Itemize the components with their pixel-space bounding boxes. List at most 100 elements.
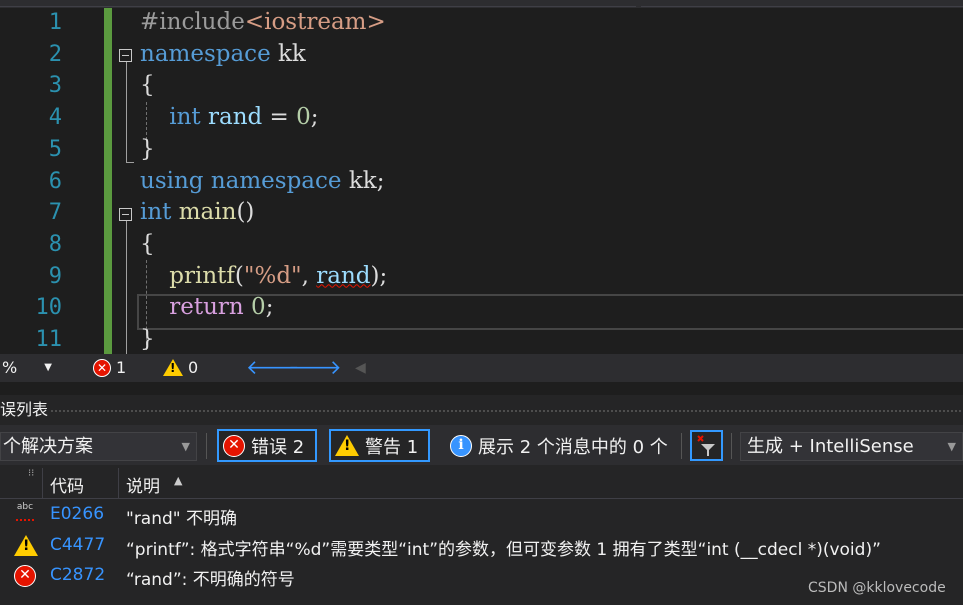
toolbar-separator bbox=[206, 433, 207, 459]
error-icon: ✕ bbox=[14, 565, 36, 587]
line-number: 3 bbox=[48, 73, 62, 99]
build-source-value: 生成 + IntelliSense bbox=[747, 436, 914, 457]
fold-guide bbox=[126, 62, 127, 162]
zoom-dropdown[interactable]: % ▼ bbox=[2, 358, 52, 377]
code-editor[interactable]: 1 2 3 4 5 6 7 8 9 10 11 #include<iostream> namespace… bbox=[0, 8, 963, 354]
code-token: ; bbox=[310, 104, 319, 131]
error-icon: ✕ bbox=[223, 434, 245, 457]
code-token: = bbox=[262, 104, 297, 131]
fold-guide bbox=[126, 221, 127, 354]
code-line[interactable]: int main() bbox=[140, 199, 254, 225]
code-line[interactable]: printf("%d", rand); bbox=[140, 263, 387, 289]
warning-count-indicator[interactable]: ! 0 bbox=[163, 358, 198, 377]
line-number: 5 bbox=[48, 136, 62, 162]
error-count: 1 bbox=[116, 358, 127, 377]
code-token: ( bbox=[234, 262, 244, 289]
warning-icon: ! bbox=[335, 435, 359, 456]
code-line[interactable]: } bbox=[140, 136, 155, 162]
arrow-right-icon: 🡒 bbox=[288, 355, 342, 379]
drag-grip bbox=[50, 409, 963, 414]
code-token: ; bbox=[265, 294, 274, 321]
filter-clear-icon bbox=[697, 435, 715, 456]
line-number: 10 bbox=[35, 295, 63, 321]
code-token: "%d" bbox=[243, 262, 302, 289]
error-description: “rand”: 不明确的符号 bbox=[126, 570, 295, 590]
clear-filter-button[interactable] bbox=[690, 430, 723, 461]
code-line[interactable]: { bbox=[140, 72, 155, 98]
scope-value: 个解决方案 bbox=[3, 436, 93, 457]
code-token: return bbox=[169, 294, 244, 321]
collapse-main-icon[interactable] bbox=[119, 208, 132, 221]
messages-filter-button[interactable]: i 展示 2 个消息中的 0 个 bbox=[444, 429, 678, 462]
errors-filter-label: 错误 2 bbox=[251, 436, 305, 458]
chevron-down-icon: ▼ bbox=[947, 440, 956, 453]
error-list-panel: 误列表 个解决方案 ▼ ✕ 错误 2 ! 警告 1 i 展示 2 个消息中的 0… bbox=[0, 395, 963, 605]
navigate-forward-button[interactable]: 🡒 bbox=[288, 355, 342, 379]
code-line[interactable]: #include<iostream> bbox=[140, 9, 386, 35]
toolbar-separator bbox=[681, 433, 682, 459]
code-token: main bbox=[178, 199, 237, 226]
panel-splitter[interactable] bbox=[0, 382, 963, 395]
build-source-dropdown[interactable]: 生成 + IntelliSense ▼ bbox=[740, 432, 963, 461]
panel-title: 误列表 bbox=[0, 400, 49, 419]
code-line[interactable]: using namespace kk; bbox=[140, 168, 384, 194]
code-token: } bbox=[140, 135, 155, 162]
error-code-link[interactable]: E0266 bbox=[50, 504, 104, 524]
tab-strip-segment bbox=[0, 0, 636, 7]
collapse-namespace-icon[interactable] bbox=[119, 49, 132, 62]
scope-dropdown[interactable]: 个解决方案 ▼ bbox=[0, 432, 197, 461]
code-token: { bbox=[140, 230, 155, 257]
error-description: “printf”: 格式字符串“%d”需要类型“int”的参数，但可变参数 1 … bbox=[126, 540, 881, 560]
toolbar-separator bbox=[731, 433, 732, 459]
code-token: , bbox=[301, 262, 317, 289]
code-line[interactable]: return 0; bbox=[140, 294, 273, 320]
code-line[interactable]: } bbox=[140, 326, 155, 352]
column-header-code[interactable]: 代码 bbox=[50, 472, 84, 497]
column-divider[interactable] bbox=[118, 468, 119, 498]
code-token: kk bbox=[270, 40, 306, 67]
code-token: namespace bbox=[140, 40, 271, 67]
zoom-level: % bbox=[2, 358, 18, 377]
code-token: } bbox=[140, 326, 155, 352]
code-token: using bbox=[140, 167, 204, 194]
watermark: CSDN @kklovecode bbox=[808, 580, 946, 596]
code-token: namespace bbox=[210, 167, 342, 194]
info-icon: i bbox=[450, 434, 472, 457]
error-code-link[interactable]: C4477 bbox=[50, 535, 105, 555]
line-number: 11 bbox=[35, 327, 63, 352]
warnings-filter-button[interactable]: ! 警告 1 bbox=[329, 429, 430, 462]
line-number: 1 bbox=[48, 10, 62, 35]
warning-icon: ! bbox=[163, 359, 183, 376]
column-divider[interactable] bbox=[42, 468, 43, 498]
scroll-left-button[interactable]: ◀ bbox=[355, 360, 366, 376]
code-token: rand bbox=[316, 262, 371, 289]
error-row[interactable]: ! C4477 “printf”: 格式字符串“%d”需要类型“int”的参数，… bbox=[0, 531, 963, 561]
warning-count: 0 bbox=[188, 358, 199, 377]
line-number: 4 bbox=[48, 105, 62, 131]
editor-tab-strip bbox=[0, 0, 963, 8]
error-icon: ✕ bbox=[93, 358, 111, 377]
errors-filter-button[interactable]: ✕ 错误 2 bbox=[217, 429, 317, 462]
code-token: 0 bbox=[296, 104, 311, 131]
chevron-down-icon: ▼ bbox=[181, 440, 190, 453]
sort-ascending-icon: ▲ bbox=[174, 474, 183, 487]
code-line[interactable]: int rand = 0; bbox=[140, 104, 319, 131]
code-line[interactable]: { bbox=[140, 231, 155, 257]
error-count-indicator[interactable]: ✕ 1 bbox=[93, 358, 126, 377]
code-token: rand bbox=[207, 104, 263, 131]
error-row[interactable]: abc E0266 "rand" 不明确 bbox=[0, 500, 963, 530]
error-code-link[interactable]: C2872 bbox=[50, 565, 105, 585]
messages-filter-label: 展示 2 个消息中的 0 个 bbox=[478, 436, 668, 458]
panel-title-bar[interactable]: 误列表 bbox=[0, 395, 963, 425]
column-header-description[interactable]: 说明 bbox=[126, 472, 160, 497]
code-line[interactable]: namespace kk bbox=[140, 41, 306, 67]
code-token: #include bbox=[140, 9, 245, 35]
column-chooser-icon[interactable]: ⁝⁝ bbox=[28, 468, 34, 479]
